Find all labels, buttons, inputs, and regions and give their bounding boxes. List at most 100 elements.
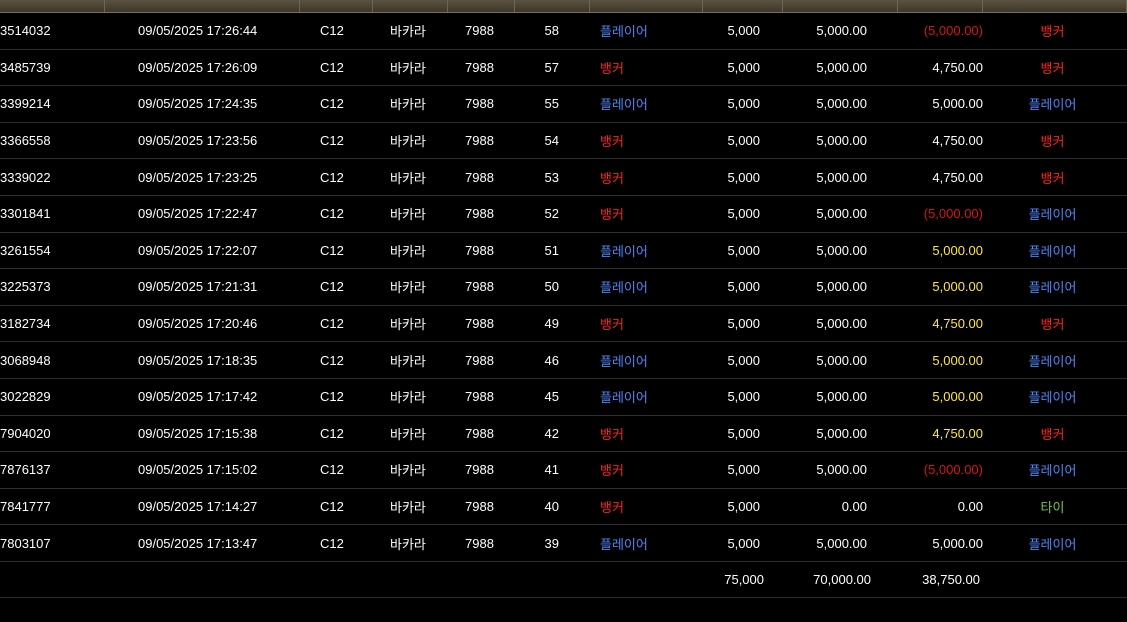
cell-datetime: 09/05/2025 17:21:31 — [138, 279, 258, 295]
cell-table: C12 — [320, 96, 344, 112]
cell-round: 7988 — [465, 425, 494, 441]
cell-table: C12 — [320, 425, 344, 441]
table-row[interactable]: 7803107 09/05/2025 17:13:47 C12 바카라 7988 39 플레… — [0, 525, 1127, 562]
header-col-seq[interactable] — [515, 0, 590, 12]
cell-id: 3022829 — [0, 389, 51, 405]
cell-valid: 5,000.00 — [816, 169, 867, 185]
cell-result: 플레이어 — [1028, 536, 1077, 552]
header-col-id[interactable] — [0, 0, 105, 12]
cell-winloss: 5,000.00 — [932, 242, 983, 258]
table-row[interactable]: 3485739 09/05/2025 17:26:09 C12 바카라 7988 57 뱅커… — [0, 50, 1127, 87]
cell-game: 바카라 — [390, 317, 426, 333]
cell-seq: 42 — [544, 425, 559, 441]
cell-datetime: 09/05/2025 17:23:25 — [138, 169, 258, 185]
cell-seq: 50 — [544, 279, 559, 295]
header-col-round[interactable] — [448, 0, 515, 12]
cell-result: 플레이어 — [1028, 280, 1077, 296]
cell-table: C12 — [320, 59, 344, 75]
cell-seq: 54 — [544, 133, 559, 149]
cell-valid: 5,000.00 — [816, 133, 867, 149]
cell-datetime: 09/05/2025 17:15:02 — [138, 462, 258, 478]
header-col-game[interactable] — [373, 0, 448, 12]
cell-result: 플레이어 — [1028, 463, 1077, 479]
cell-round: 7988 — [465, 242, 494, 258]
cell-amount: 5,000 — [727, 169, 760, 185]
cell-table: C12 — [320, 352, 344, 368]
table-row[interactable]: 3261554 09/05/2025 17:22:07 C12 바카라 7988 51 플레… — [0, 233, 1127, 270]
cell-amount: 5,000 — [727, 425, 760, 441]
cell-table: C12 — [320, 206, 344, 222]
cell-amount: 5,000 — [727, 206, 760, 222]
cell-winloss: 4,750.00 — [932, 425, 983, 441]
cell-round: 7988 — [465, 206, 494, 222]
cell-seq: 41 — [544, 462, 559, 478]
header-col-datetime[interactable] — [105, 0, 300, 12]
table-row[interactable]: 3301841 09/05/2025 17:22:47 C12 바카라 7988 52 뱅커… — [0, 196, 1127, 233]
cell-bet: 뱅커 — [600, 207, 624, 223]
header-col-amount[interactable] — [703, 0, 783, 12]
header-col-table[interactable] — [300, 0, 373, 12]
cell-seq: 53 — [544, 169, 559, 185]
table-row[interactable]: 3225373 09/05/2025 17:21:31 C12 바카라 7988 50 플레… — [0, 269, 1127, 306]
cell-result: 뱅커 — [1040, 24, 1065, 40]
header-col-bet[interactable] — [590, 0, 703, 12]
table-row[interactable]: 3366558 09/05/2025 17:23:56 C12 바카라 7988 54 뱅커… — [0, 123, 1127, 160]
cell-round: 7988 — [465, 279, 494, 295]
cell-amount: 5,000 — [727, 462, 760, 478]
cell-bet: 플레이어 — [600, 353, 648, 369]
cell-winloss: (5,000.00) — [923, 23, 983, 39]
cell-amount: 5,000 — [727, 535, 760, 551]
cell-bet: 뱅커 — [600, 426, 624, 442]
cell-bet: 플레이어 — [600, 536, 648, 552]
cell-game: 바카라 — [390, 353, 426, 369]
cell-round: 7988 — [465, 133, 494, 149]
cell-table: C12 — [320, 242, 344, 258]
cell-amount: 5,000 — [727, 499, 760, 515]
cell-result: 뱅커 — [1040, 60, 1065, 76]
table-row[interactable]: 3022829 09/05/2025 17:17:42 C12 바카라 7988 45 플레… — [0, 379, 1127, 416]
cell-valid: 5,000.00 — [816, 389, 867, 405]
cell-id: 7841777 — [0, 499, 51, 515]
cell-winloss: 5,000.00 — [932, 535, 983, 551]
cell-amount: 5,000 — [727, 96, 760, 112]
cell-winloss: (5,000.00) — [923, 462, 983, 478]
table-row[interactable]: 7904020 09/05/2025 17:15:38 C12 바카라 7988 42 뱅커… — [0, 416, 1127, 453]
cell-winloss: 4,750.00 — [932, 59, 983, 75]
cell-game: 바카라 — [390, 243, 426, 259]
table-row[interactable]: 3068948 09/05/2025 17:18:35 C12 바카라 7988 46 플레… — [0, 342, 1127, 379]
cell-result: 플레이어 — [1028, 353, 1077, 369]
cell-datetime: 09/05/2025 17:24:35 — [138, 96, 258, 112]
cell-seq: 51 — [544, 242, 559, 258]
cell-id: 7803107 — [0, 535, 51, 551]
cell-game: 바카라 — [390, 280, 426, 296]
cell-game: 바카라 — [390, 207, 426, 223]
cell-seq: 57 — [544, 59, 559, 75]
cell-datetime: 09/05/2025 17:22:07 — [138, 242, 258, 258]
total-winloss: 38,750.00 — [922, 571, 980, 587]
cell-result: 뱅커 — [1040, 170, 1065, 186]
cell-valid: 5,000.00 — [816, 96, 867, 112]
header-col-valid[interactable] — [783, 0, 898, 12]
cell-valid: 5,000.00 — [816, 425, 867, 441]
cell-result: 플레이어 — [1028, 97, 1077, 113]
table-row[interactable]: 3514032 09/05/2025 17:26:44 C12 바카라 7988 58 플레… — [0, 13, 1127, 50]
table-row[interactable]: 7841777 09/05/2025 17:14:27 C12 바카라 7988 40 뱅커… — [0, 489, 1127, 526]
table-row[interactable]: 3339022 09/05/2025 17:23:25 C12 바카라 7988 53 뱅커… — [0, 159, 1127, 196]
cell-id: 3514032 — [0, 23, 51, 39]
table-row[interactable]: 7876137 09/05/2025 17:15:02 C12 바카라 7988 41 뱅커… — [0, 452, 1127, 489]
cell-table: C12 — [320, 316, 344, 332]
table-row[interactable]: 3182734 09/05/2025 17:20:46 C12 바카라 7988 49 뱅커… — [0, 306, 1127, 343]
cell-amount: 5,000 — [727, 316, 760, 332]
cell-game: 바카라 — [390, 134, 426, 150]
cell-amount: 5,000 — [727, 352, 760, 368]
header-col-result[interactable] — [983, 0, 1127, 12]
cell-winloss: 4,750.00 — [932, 133, 983, 149]
cell-result: 뱅커 — [1040, 426, 1065, 442]
cell-amount: 5,000 — [727, 59, 760, 75]
cell-seq: 40 — [544, 499, 559, 515]
cell-table: C12 — [320, 279, 344, 295]
header-col-winloss[interactable] — [898, 0, 983, 12]
cell-bet: 플레이어 — [600, 97, 648, 113]
cell-result: 플레이어 — [1028, 390, 1077, 406]
table-row[interactable]: 3399214 09/05/2025 17:24:35 C12 바카라 7988 55 플레… — [0, 86, 1127, 123]
